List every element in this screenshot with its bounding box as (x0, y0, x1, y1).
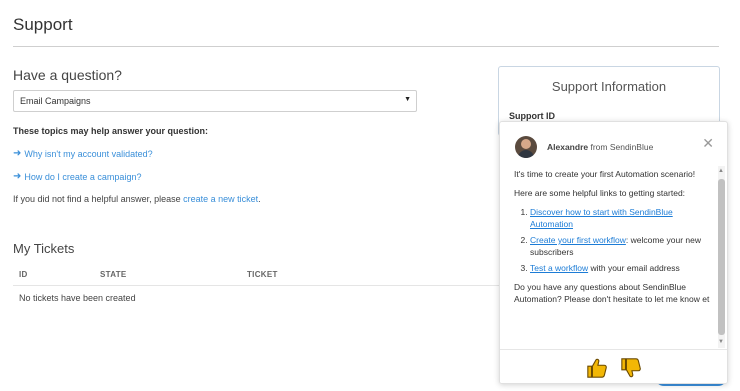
question-heading: Have a question? (13, 67, 122, 83)
scroll-down-icon[interactable]: ▼ (718, 339, 724, 345)
tickets-heading: My Tickets (13, 241, 75, 256)
thumbs-down-icon[interactable] (620, 357, 642, 379)
list-item: Discover how to start with SendinBlue Au… (530, 206, 716, 230)
chat-link-list: Discover how to start with SendinBlue Au… (514, 206, 716, 274)
list-item: Create your first workflow: welcome your… (530, 234, 716, 258)
arrow-right-icon: ➜ (13, 148, 22, 159)
chat-header: Alexandre from SendinBlue ✕ (500, 122, 727, 166)
scroll-up-icon[interactable]: ▲ (718, 168, 724, 174)
topic-select[interactable]: Email Campaigns ▼ (13, 90, 417, 112)
chat-message: It's time to create your first Automatio… (514, 168, 716, 312)
sender-name: Alexandre (547, 142, 589, 152)
topic-link-label: Why isn't my account validated? (24, 148, 153, 159)
arrow-right-icon: ➜ (13, 171, 22, 182)
column-header-ticket: TICKET (247, 270, 278, 279)
topic-select-value: Email Campaigns (20, 96, 91, 106)
chat-feedback (500, 349, 727, 383)
thumbs-up-icon[interactable] (586, 357, 608, 379)
support-info-title: Support Information (551, 79, 667, 94)
topic-link-create-campaign[interactable]: ➜ How do I create a campaign? (13, 171, 141, 182)
chat-links-intro: Here are some helpful links to getting s… (514, 188, 686, 198)
topics-label: These topics may help answer your questi… (13, 126, 209, 136)
close-icon[interactable]: ✕ (702, 136, 714, 150)
chat-link-discover[interactable]: Discover how to start with SendinBlue Au… (530, 207, 673, 229)
title-divider (13, 46, 719, 47)
support-id-label: Support ID (509, 111, 555, 121)
chat-link-test[interactable]: Test a workflow (530, 263, 588, 273)
chat-sender: Alexandre from SendinBlue (547, 142, 653, 152)
chat-closing: Do you have any questions about SendinBl… (514, 282, 710, 304)
create-ticket-link[interactable]: create a new ticket (183, 194, 258, 204)
topic-link-label: How do I create a campaign? (24, 171, 142, 182)
page-title: Support (13, 15, 73, 34)
chat-popup: Alexandre from SendinBlue ✕ It's time to… (499, 121, 728, 384)
chat-scrollbar-thumb[interactable] (718, 179, 725, 335)
column-header-state: STATE (100, 270, 127, 279)
list-item: Test a workflow with your email address (530, 262, 716, 274)
chat-link-workflow[interactable]: Create your first workflow (530, 235, 626, 245)
avatar (515, 136, 537, 158)
chevron-down-icon: ▼ (404, 96, 411, 103)
helpful-prefix: If you did not find a helpful answer, pl… (13, 194, 184, 204)
chat-intro: It's time to create your first Automatio… (514, 169, 696, 179)
helpful-answer-text: If you did not find a helpful answer, pl… (13, 194, 261, 204)
sender-suffix: from SendinBlue (588, 142, 654, 152)
tickets-table-header: ID STATE TICKET (13, 262, 503, 286)
column-header-id: ID (19, 270, 28, 279)
topic-link-account-validated[interactable]: ➜ Why isn't my account validated? (13, 148, 153, 159)
empty-tickets-message: No tickets have been created (19, 293, 136, 303)
helpful-suffix: . (258, 194, 261, 204)
list-item-rest: with your email address (588, 263, 680, 273)
